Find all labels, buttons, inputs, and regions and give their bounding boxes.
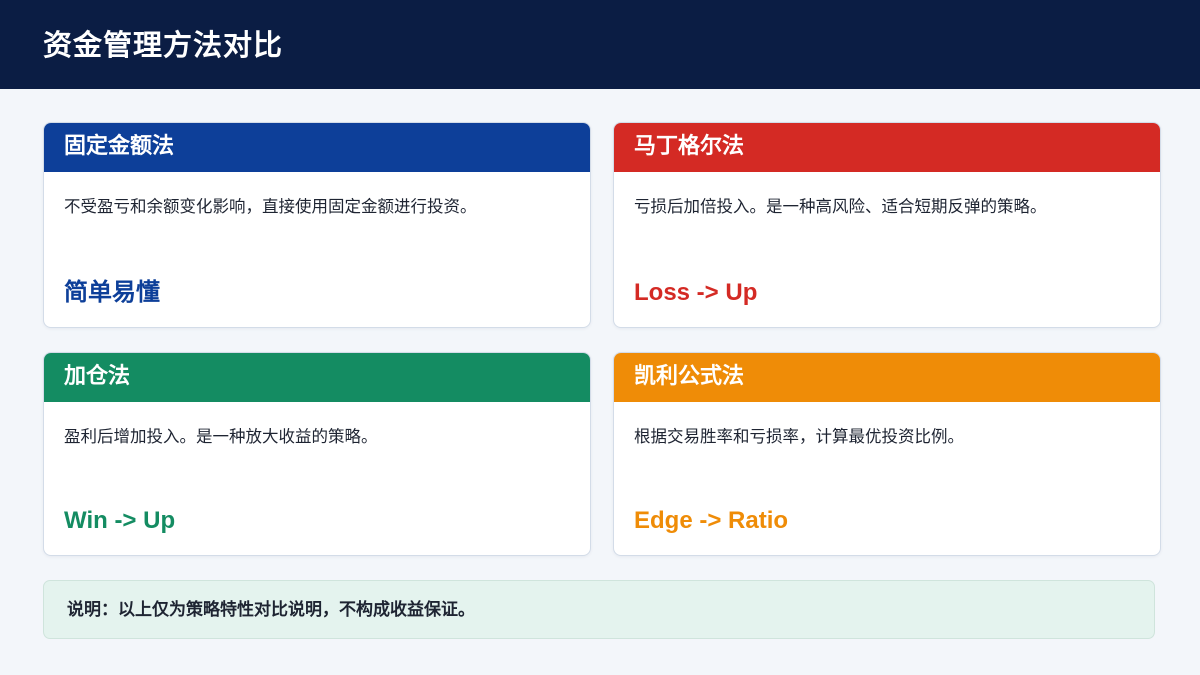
disclaimer-text: 说明：以上仅为策略特性对比说明，不构成收益保证。	[67, 600, 475, 620]
card-tag: Edge -> Ratio	[634, 507, 789, 534]
card-title: 马丁格尔法	[634, 134, 745, 159]
card-description: 根据交易胜率和亏损率，计算最优投资比例。	[634, 427, 964, 446]
card-tag: Loss -> Up	[634, 279, 758, 306]
card-header: 固定金额法	[44, 123, 590, 172]
card-description: 盈利后增加投入。是一种放大收益的策略。	[64, 427, 378, 446]
card-title: 加仓法	[64, 364, 131, 389]
card-description: 亏损后加倍投入。是一种高风险、适合短期反弹的策略。	[634, 197, 1047, 216]
card-description: 不受盈亏和余额变化影响，直接使用固定金额进行投资。	[64, 197, 477, 216]
card-tag: Win -> Up	[64, 507, 176, 534]
card-title: 凯利公式法	[634, 364, 745, 389]
method-card-martingale: 马丁格尔法 亏损后加倍投入。是一种高风险、适合短期反弹的策略。 Loss -> …	[613, 122, 1161, 328]
page-title: 资金管理方法对比	[43, 28, 284, 62]
disclaimer-note: 说明：以上仅为策略特性对比说明，不构成收益保证。	[43, 580, 1155, 639]
card-title: 固定金额法	[64, 134, 175, 159]
method-card-kelly: 凯利公式法 根据交易胜率和亏损率，计算最优投资比例。 Edge -> Ratio	[613, 352, 1161, 556]
page-header: 资金管理方法对比	[0, 0, 1200, 89]
card-header: 加仓法	[44, 353, 590, 402]
card-header: 凯利公式法	[614, 353, 1160, 402]
card-tag: 简单易懂	[64, 279, 160, 306]
method-card-fixed-amount: 固定金额法 不受盈亏和余额变化影响，直接使用固定金额进行投资。 简单易懂	[43, 122, 591, 328]
card-header: 马丁格尔法	[614, 123, 1160, 172]
method-card-pyramiding: 加仓法 盈利后增加投入。是一种放大收益的策略。 Win -> Up	[43, 352, 591, 556]
